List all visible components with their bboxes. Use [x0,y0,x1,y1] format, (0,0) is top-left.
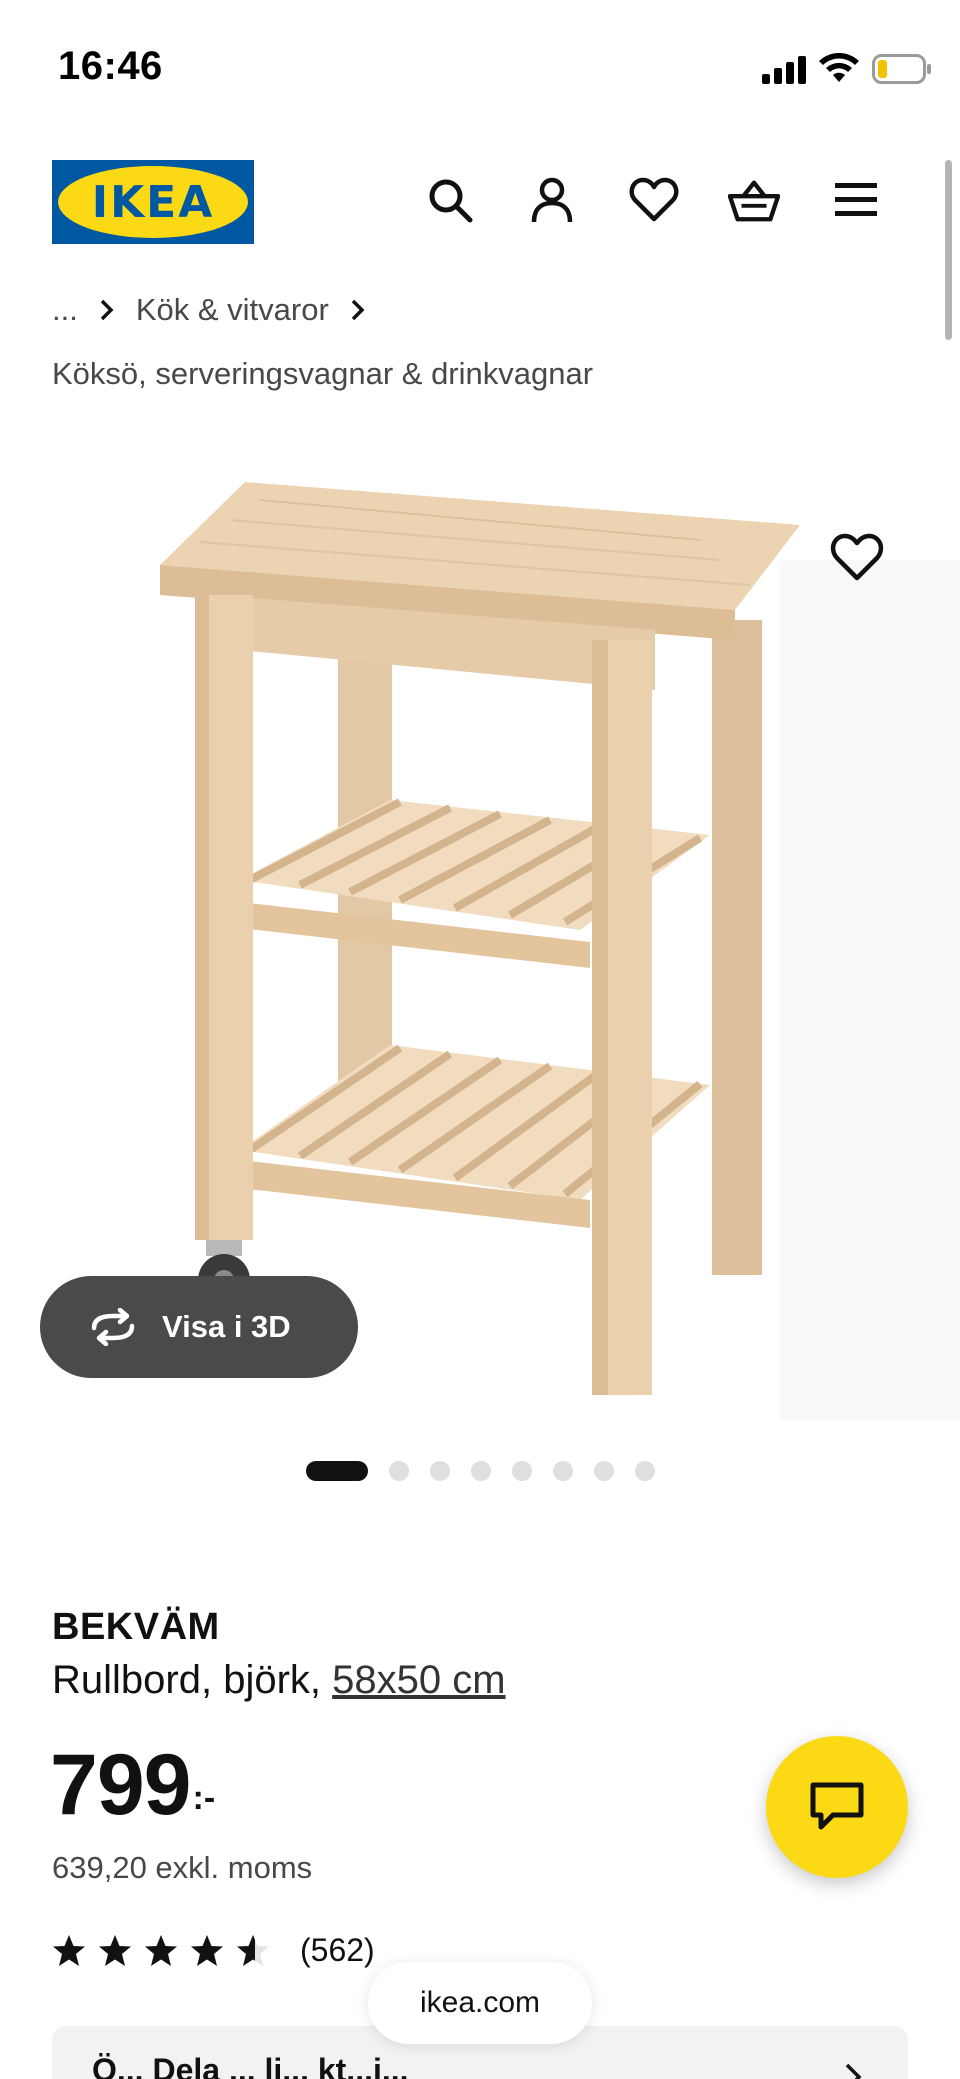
product-price: 799 :- [50,1742,215,1828]
browser-url-bar[interactable]: ikea.com [368,1962,592,2044]
image-carousel-dots [306,1460,676,1482]
product-size-link[interactable]: 58x50 cm [332,1658,505,1702]
carousel-dot[interactable] [430,1461,450,1481]
breadcrumb-kitchen[interactable]: Kök & vitvaror [136,292,329,328]
price-value: 799 [50,1737,191,1833]
breadcrumb-ellipsis[interactable]: ... [52,292,78,328]
star-half-icon [237,1934,269,1966]
carousel-dot[interactable] [306,1461,368,1481]
product-name: BEKVÄM [52,1606,220,1648]
battery-icon [872,54,931,84]
breadcrumb-category[interactable]: Köksö, serveringsvagnar & drinkvagnar [52,356,593,392]
share-card-label: Ö... Dela ... li... kt...i... [92,2052,409,2079]
chevron-right-icon [845,2063,862,2079]
product-type: Rullbord, björk, [52,1658,333,1702]
product-rating[interactable]: (562) [52,1932,375,1969]
view-in-3d-label: Visa i 3D [162,1309,291,1344]
carousel-dot[interactable] [512,1461,532,1481]
menu-icon[interactable] [830,174,882,226]
product-description: Rullbord, björk, 58x50 cm [52,1658,506,1703]
rating-count: (562) [300,1932,375,1968]
wishlist-icon[interactable] [830,530,884,584]
price-suffix: :- [192,1779,216,1817]
carousel-dot[interactable] [553,1461,573,1481]
wishlist-icon[interactable] [628,174,680,226]
chevron-right-icon [100,299,114,321]
status-bar: 16:46 [0,0,960,140]
breadcrumb: ... Kök & vitvaror [52,292,387,328]
star-full-icon [191,1934,223,1966]
ikea-logo[interactable]: IKEA [52,160,254,244]
wifi-icon [819,53,859,82]
carousel-dot[interactable] [389,1461,409,1481]
carousel-dot[interactable] [635,1461,655,1481]
search-icon[interactable] [424,174,476,226]
svg-text:IKEA: IKEA [92,177,215,228]
scrollbar[interactable] [945,160,952,340]
price-excl-vat: 639,20 exkl. moms [52,1850,313,1885]
chat-bubble-icon [810,1782,864,1830]
star-full-icon [99,1934,131,1966]
site-header: IKEA [0,150,960,260]
carousel-dot[interactable] [471,1461,491,1481]
account-icon[interactable] [526,174,578,226]
view-in-3d-button[interactable]: Visa i 3D [40,1276,358,1378]
cart-icon[interactable] [728,174,780,226]
status-time: 16:46 [58,44,163,88]
chevron-right-icon [351,299,365,321]
star-full-icon [53,1934,85,1966]
carousel-dot[interactable] [594,1461,614,1481]
cellular-signal-icon [762,56,806,84]
star-full-icon [145,1934,177,1966]
chat-button[interactable] [766,1736,908,1878]
rotate-3d-icon [91,1308,135,1346]
product-image[interactable] [0,420,960,1420]
